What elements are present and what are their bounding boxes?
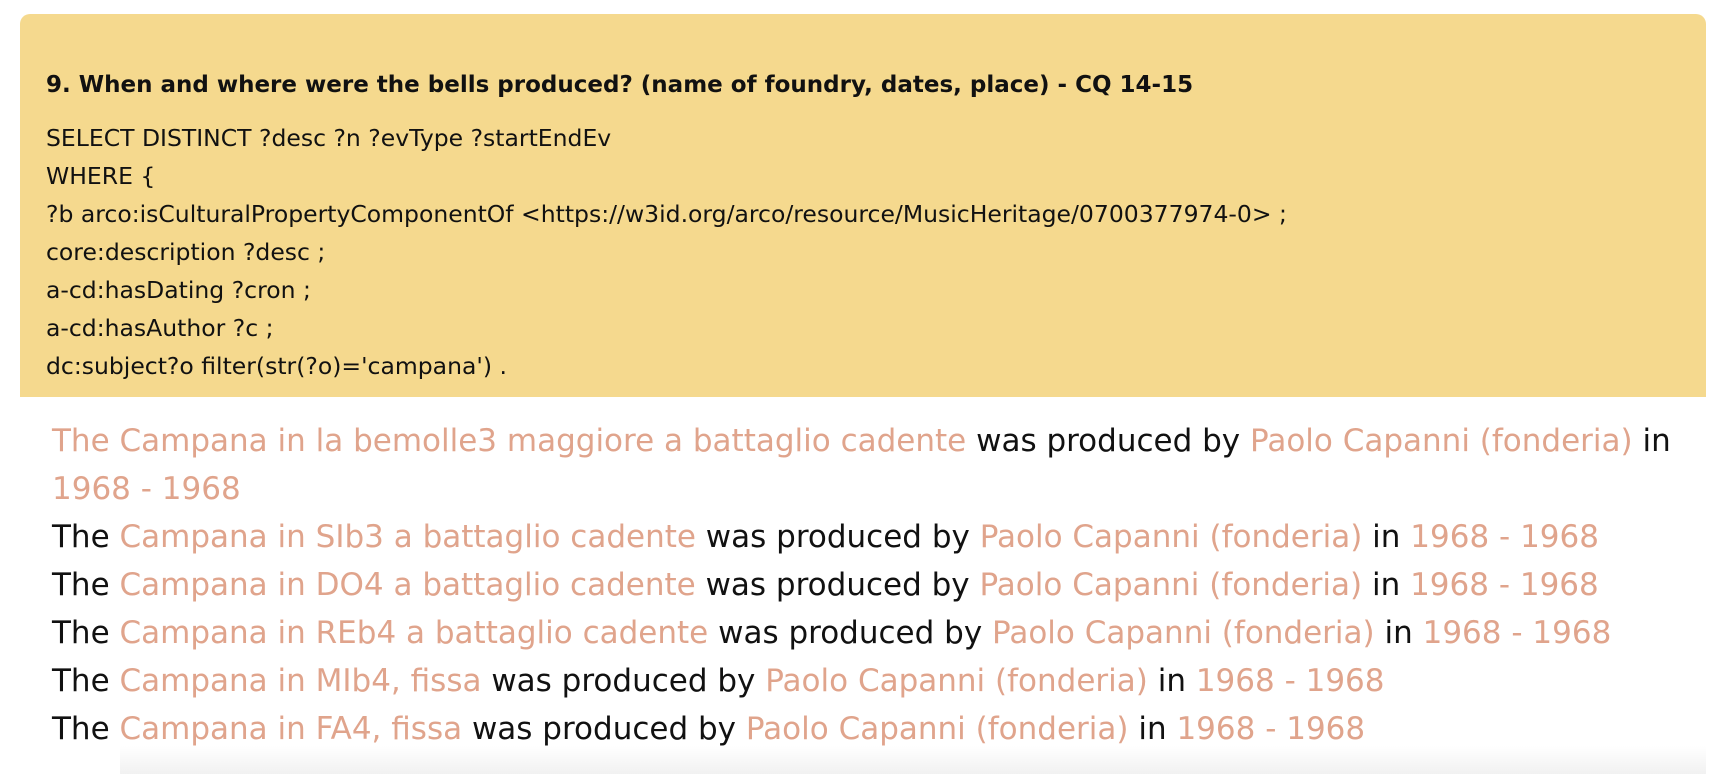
result-row: The Campana in DO4 a battaglio cadente w… <box>52 561 1674 609</box>
result-text: in <box>1362 567 1411 603</box>
result-row: The Campana in SIb3 a battaglio cadente … <box>52 513 1674 561</box>
result-text: The <box>52 615 120 651</box>
result-row: The Campana in la bemolle3 maggiore a ba… <box>52 417 1674 513</box>
result-text: was produced by <box>481 663 766 699</box>
bell-link[interactable]: Campana in SIb3 a battaglio cadente <box>120 519 696 555</box>
dates-link[interactable]: 1968 - 1968 <box>1196 663 1385 699</box>
bell-link[interactable]: Campana in FA4, fissa <box>120 711 463 747</box>
bell-link[interactable]: The Campana in la bemolle3 maggiore a ba… <box>52 423 966 459</box>
dates-link[interactable]: 1968 - 1968 <box>1423 615 1612 651</box>
result-text: The <box>52 519 120 555</box>
result-text: in <box>1374 615 1423 651</box>
result-row: The Campana in MIb4, fissa was produced … <box>52 657 1674 705</box>
foundry-link[interactable]: Paolo Capanni (fonderia) <box>765 663 1148 699</box>
result-text: was produced by <box>695 567 980 603</box>
result-text: in <box>1147 663 1196 699</box>
result-text: was produced by <box>966 423 1251 459</box>
dates-link[interactable]: 1968 - 1968 <box>1410 519 1599 555</box>
result-text: was produced by <box>695 519 980 555</box>
result-text: was produced by <box>708 615 993 651</box>
result-text: in <box>1632 423 1671 459</box>
dates-link[interactable]: 1968 - 1968 <box>52 471 241 507</box>
query-box: 9. When and where were the bells produce… <box>20 14 1706 397</box>
query-line: SELECT DISTINCT ?desc ?n ?evType ?startE… <box>46 124 612 152</box>
bell-link[interactable]: Campana in DO4 a battaglio cadente <box>120 567 696 603</box>
query-title: 9. When and where were the bells produce… <box>46 72 1194 98</box>
query-line: core:description ?desc ; <box>46 238 326 266</box>
query-line: a-cd:hasDating ?cron ; <box>46 276 311 304</box>
result-row: The Campana in FA4, fissa was produced b… <box>52 705 1674 753</box>
result-text: The <box>52 567 120 603</box>
result-text: in <box>1128 711 1177 747</box>
foundry-link[interactable]: Paolo Capanni (fonderia) <box>992 615 1375 651</box>
dates-link[interactable]: 1968 - 1968 <box>1176 711 1365 747</box>
result-text: The <box>52 663 120 699</box>
query-line: a-cd:hasAuthor ?c ; <box>46 314 274 342</box>
result-text: in <box>1362 519 1411 555</box>
sparql-query: SELECT DISTINCT ?desc ?n ?evType ?startE… <box>46 119 1680 385</box>
results-list: The Campana in la bemolle3 maggiore a ba… <box>20 397 1706 753</box>
bell-link[interactable]: Campana in MIb4, fissa <box>120 663 482 699</box>
query-line: ?b arco:isCulturalPropertyComponentOf <h… <box>46 200 1287 228</box>
result-row: The Campana in REb4 a battaglio cadente … <box>52 609 1674 657</box>
bell-link[interactable]: Campana in REb4 a battaglio cadente <box>120 615 709 651</box>
result-text: was produced by <box>462 711 746 747</box>
foundry-link[interactable]: Paolo Capanni (fonderia) <box>1250 423 1633 459</box>
foundry-link[interactable]: Paolo Capanni (fonderia) <box>980 519 1363 555</box>
dates-link[interactable]: 1968 - 1968 <box>1410 567 1599 603</box>
query-line: WHERE { <box>46 162 156 190</box>
foundry-link[interactable]: Paolo Capanni (fonderia) <box>980 567 1363 603</box>
query-line: dc:subject?o filter(str(?o)='campana') . <box>46 352 507 380</box>
query-card: 9. When and where were the bells produce… <box>20 14 1706 774</box>
result-text: The <box>52 711 120 747</box>
foundry-link[interactable]: Paolo Capanni (fonderia) <box>746 711 1129 747</box>
